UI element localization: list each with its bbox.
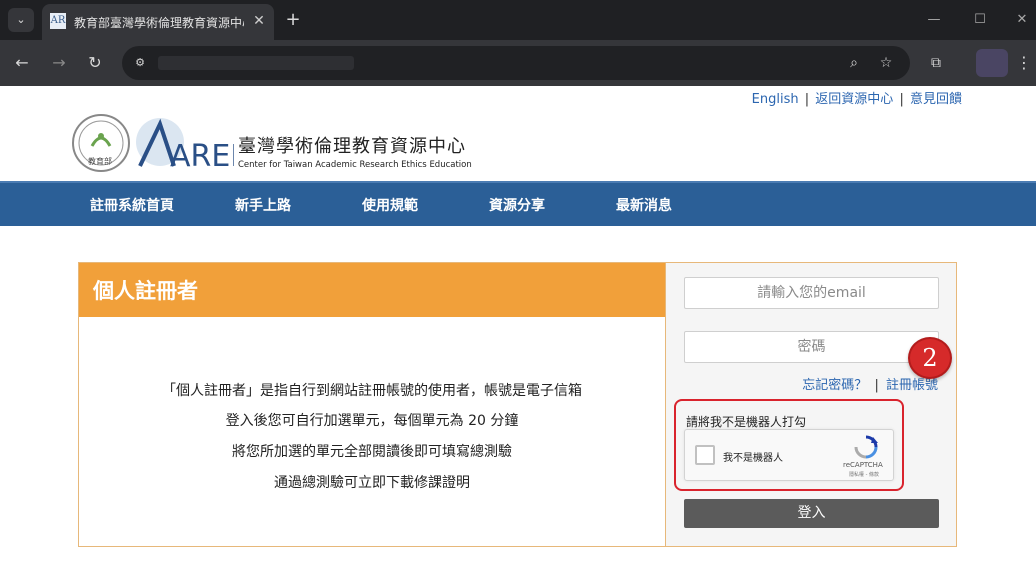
description-line: 通過總測驗可立即下載修課證明 [274, 475, 470, 491]
captcha-highlight-box [674, 399, 904, 491]
nav-item-resources[interactable]: 資源分享 [489, 195, 545, 215]
main-navbar: 註冊系統首頁 新手上路 使用規範 資源分享 最新消息 [0, 181, 1036, 226]
address-bar[interactable]: ⚙ ⌕ ☆ [122, 46, 910, 80]
moe-logo-text: 教育部 [88, 157, 112, 166]
registration-card: 個人註冊者 「個人註冊者」是指自行到網站註冊帳號的使用者，帳號是電子信箱 登入後… [78, 262, 957, 547]
profile-avatar[interactable] [976, 49, 1008, 77]
site-info-icon[interactable]: ⚙ [130, 53, 150, 73]
english-link[interactable]: English [752, 92, 799, 107]
new-tab-button[interactable]: + [282, 9, 304, 31]
register-link[interactable]: 註冊帳號 [886, 378, 938, 393]
back-to-center-link[interactable]: 返回資源中心 [815, 92, 893, 107]
aree-logo-text: AREE [170, 139, 234, 172]
browser-tab[interactable]: AR 教育部臺灣學術倫理教育資源中心 ✕ [42, 4, 274, 40]
panel-header: 個人註冊者 [79, 263, 665, 317]
zoom-icon[interactable]: ⌕ [844, 53, 864, 73]
web-page: English | 返回資源中心 | 意見回饋 教育部 AREE 臺灣學術倫理教… [0, 86, 1036, 577]
tab-title: 教育部臺灣學術倫理教育資源中心 [74, 16, 244, 30]
account-links: 忘記密碼？ | 註冊帳號 [802, 374, 938, 393]
chevron-down-icon[interactable]: ⌄ [8, 8, 34, 32]
nav-item-getting-started[interactable]: 新手上路 [235, 195, 291, 215]
favicon-icon: AR [50, 13, 66, 29]
site-title: 臺灣學術倫理教育資源中心 [238, 136, 466, 157]
feedback-link[interactable]: 意見回饋 [910, 92, 962, 107]
forward-icon[interactable]: → [47, 51, 71, 75]
url-text[interactable] [158, 56, 354, 70]
separator: | [804, 92, 810, 107]
reload-icon[interactable]: ↻ [83, 51, 107, 75]
login-button[interactable]: 登入 [684, 499, 939, 528]
close-icon[interactable]: ✕ [250, 12, 268, 30]
panel-title: 個人註冊者 [93, 279, 198, 303]
browser-toolbar: ← → ↻ ⚙ ⌕ ☆ ⧉ ⋮ [0, 40, 1036, 86]
back-icon[interactable]: ← [10, 51, 34, 75]
separator: | [899, 92, 904, 107]
browser-menu-icon[interactable]: ⋮ [1016, 51, 1032, 75]
minimize-icon[interactable]: — [922, 8, 946, 32]
email-input[interactable] [684, 277, 939, 309]
maximize-icon[interactable]: ☐ [968, 8, 992, 32]
browser-tab-bar: ⌄ AR 教育部臺灣學術倫理教育資源中心 ✕ + — ☐ ✕ [0, 0, 1036, 40]
info-panel: 個人註冊者 「個人註冊者」是指自行到網站註冊帳號的使用者，帳號是電子信箱 登入後… [79, 263, 665, 546]
bookmark-star-icon[interactable]: ☆ [876, 53, 896, 73]
nav-item-news[interactable]: 最新消息 [616, 195, 672, 215]
description-line: 登入後您可自行加選單元，每個單元為 20 分鐘 [225, 413, 519, 429]
nav-item-usage-rules[interactable]: 使用規範 [362, 195, 418, 215]
site-subtitle: Center for Taiwan Academic Research Ethi… [238, 160, 472, 170]
description-line: 「個人註冊者」是指自行到網站註冊帳號的使用者，帳號是電子信箱 [162, 383, 582, 399]
forgot-password-link[interactable]: 忘記密碼？ [802, 378, 867, 393]
login-panel: 忘記密碼？ | 註冊帳號 請將我不是機器人打勾 我不是機器人 reCAPTCHA… [665, 263, 956, 546]
description-line: 將您所加選的單元全部閱讀後即可填寫總測驗 [232, 444, 512, 460]
extensions-icon[interactable]: ⧉ [926, 53, 946, 73]
window-close-icon[interactable]: ✕ [1010, 8, 1034, 32]
password-input[interactable] [684, 331, 939, 363]
nav-item-home[interactable]: 註冊系統首頁 [90, 195, 174, 215]
top-links: English | 返回資源中心 | 意見回饋 [752, 88, 962, 107]
aree-logo[interactable]: AREE [134, 116, 234, 172]
step-marker: 2 [908, 337, 952, 379]
moe-logo[interactable]: 教育部 [72, 114, 130, 172]
separator: | [874, 378, 879, 393]
